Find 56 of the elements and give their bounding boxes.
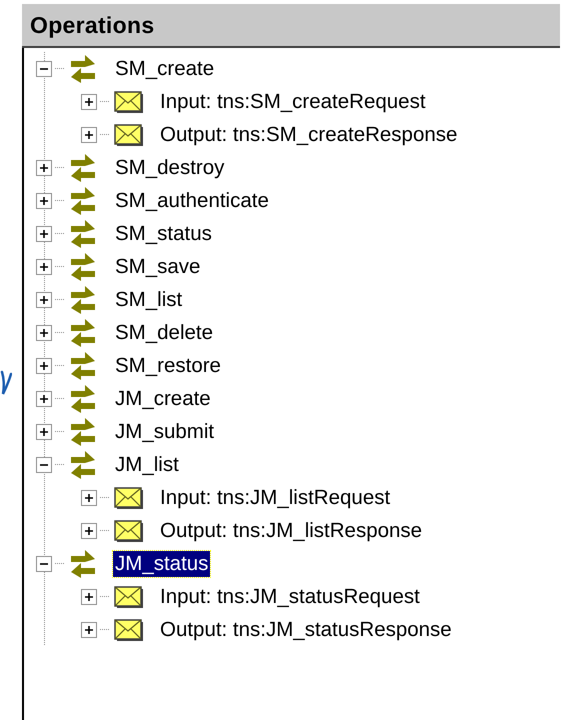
swap-arrows-icon: [69, 284, 97, 314]
tree-item[interactable]: JM_create: [113, 386, 213, 412]
expand-icon[interactable]: [36, 160, 52, 176]
envelope-icon: [114, 586, 144, 608]
tree-item[interactable]: Output: tns:JM_listResponse: [158, 518, 424, 544]
tree-item[interactable]: Input: tns:JM_listRequest: [158, 484, 392, 510]
tree-item[interactable]: Output: tns:SM_createResponse: [158, 122, 460, 148]
tree-item[interactable]: JM_list: [113, 452, 181, 478]
envelope-icon: [114, 124, 144, 146]
envelope-icon: [114, 90, 144, 112]
tree-item[interactable]: SM_destroy: [113, 154, 226, 180]
expand-icon[interactable]: [81, 588, 97, 604]
swap-arrows-icon: [69, 318, 97, 348]
expand-icon[interactable]: [81, 490, 97, 506]
tree-item[interactable]: SM_status: [113, 220, 214, 246]
expand-icon[interactable]: [36, 424, 52, 440]
swap-arrows-icon: [69, 152, 97, 182]
expand-icon[interactable]: [36, 324, 52, 340]
swap-arrows-icon: [69, 186, 97, 216]
expand-icon[interactable]: [36, 292, 52, 308]
panel-title: Operations: [30, 12, 154, 38]
tree-item[interactable]: JM_status: [113, 550, 210, 576]
collapse-icon[interactable]: [36, 556, 52, 572]
expand-icon[interactable]: [36, 390, 52, 406]
swap-arrows-icon: [69, 548, 97, 578]
swap-arrows-icon: [69, 384, 97, 414]
tree-item[interactable]: SM_save: [113, 254, 202, 280]
tree-item[interactable]: JM_submit: [113, 418, 216, 444]
envelope-icon: [114, 618, 144, 640]
tree-item[interactable]: SM_create: [113, 56, 216, 82]
envelope-icon: [114, 486, 144, 508]
tree-item[interactable]: Input: tns:JM_statusRequest: [158, 584, 422, 610]
expand-icon[interactable]: [36, 258, 52, 274]
tree-item[interactable]: SM_restore: [113, 352, 223, 378]
swap-arrows-icon: [69, 54, 97, 84]
collapse-icon[interactable]: [36, 60, 52, 76]
expand-icon[interactable]: [36, 358, 52, 374]
envelope-icon: [114, 520, 144, 542]
expand-icon[interactable]: [81, 94, 97, 110]
tree-item[interactable]: Input: tns:SM_createRequest: [158, 88, 428, 114]
expand-icon[interactable]: [36, 226, 52, 242]
expand-icon[interactable]: [81, 126, 97, 142]
expand-icon[interactable]: [81, 522, 97, 538]
collapse-icon[interactable]: [36, 456, 52, 472]
expand-icon[interactable]: [36, 192, 52, 208]
swap-arrows-icon: [69, 416, 97, 446]
swap-arrows-icon: [69, 218, 97, 248]
swap-arrows-icon: [69, 350, 97, 380]
tree-item[interactable]: SM_delete: [113, 320, 216, 346]
tree-item[interactable]: Output: tns:JM_statusResponse: [158, 616, 454, 642]
expand-icon[interactable]: [81, 622, 97, 638]
tree-item[interactable]: SM_authenticate: [113, 188, 271, 214]
swap-arrows-icon: [69, 252, 97, 282]
swap-arrows-icon: [69, 450, 97, 480]
pen-stroke: [0, 368, 12, 396]
tree-item[interactable]: SM_list: [113, 286, 184, 312]
